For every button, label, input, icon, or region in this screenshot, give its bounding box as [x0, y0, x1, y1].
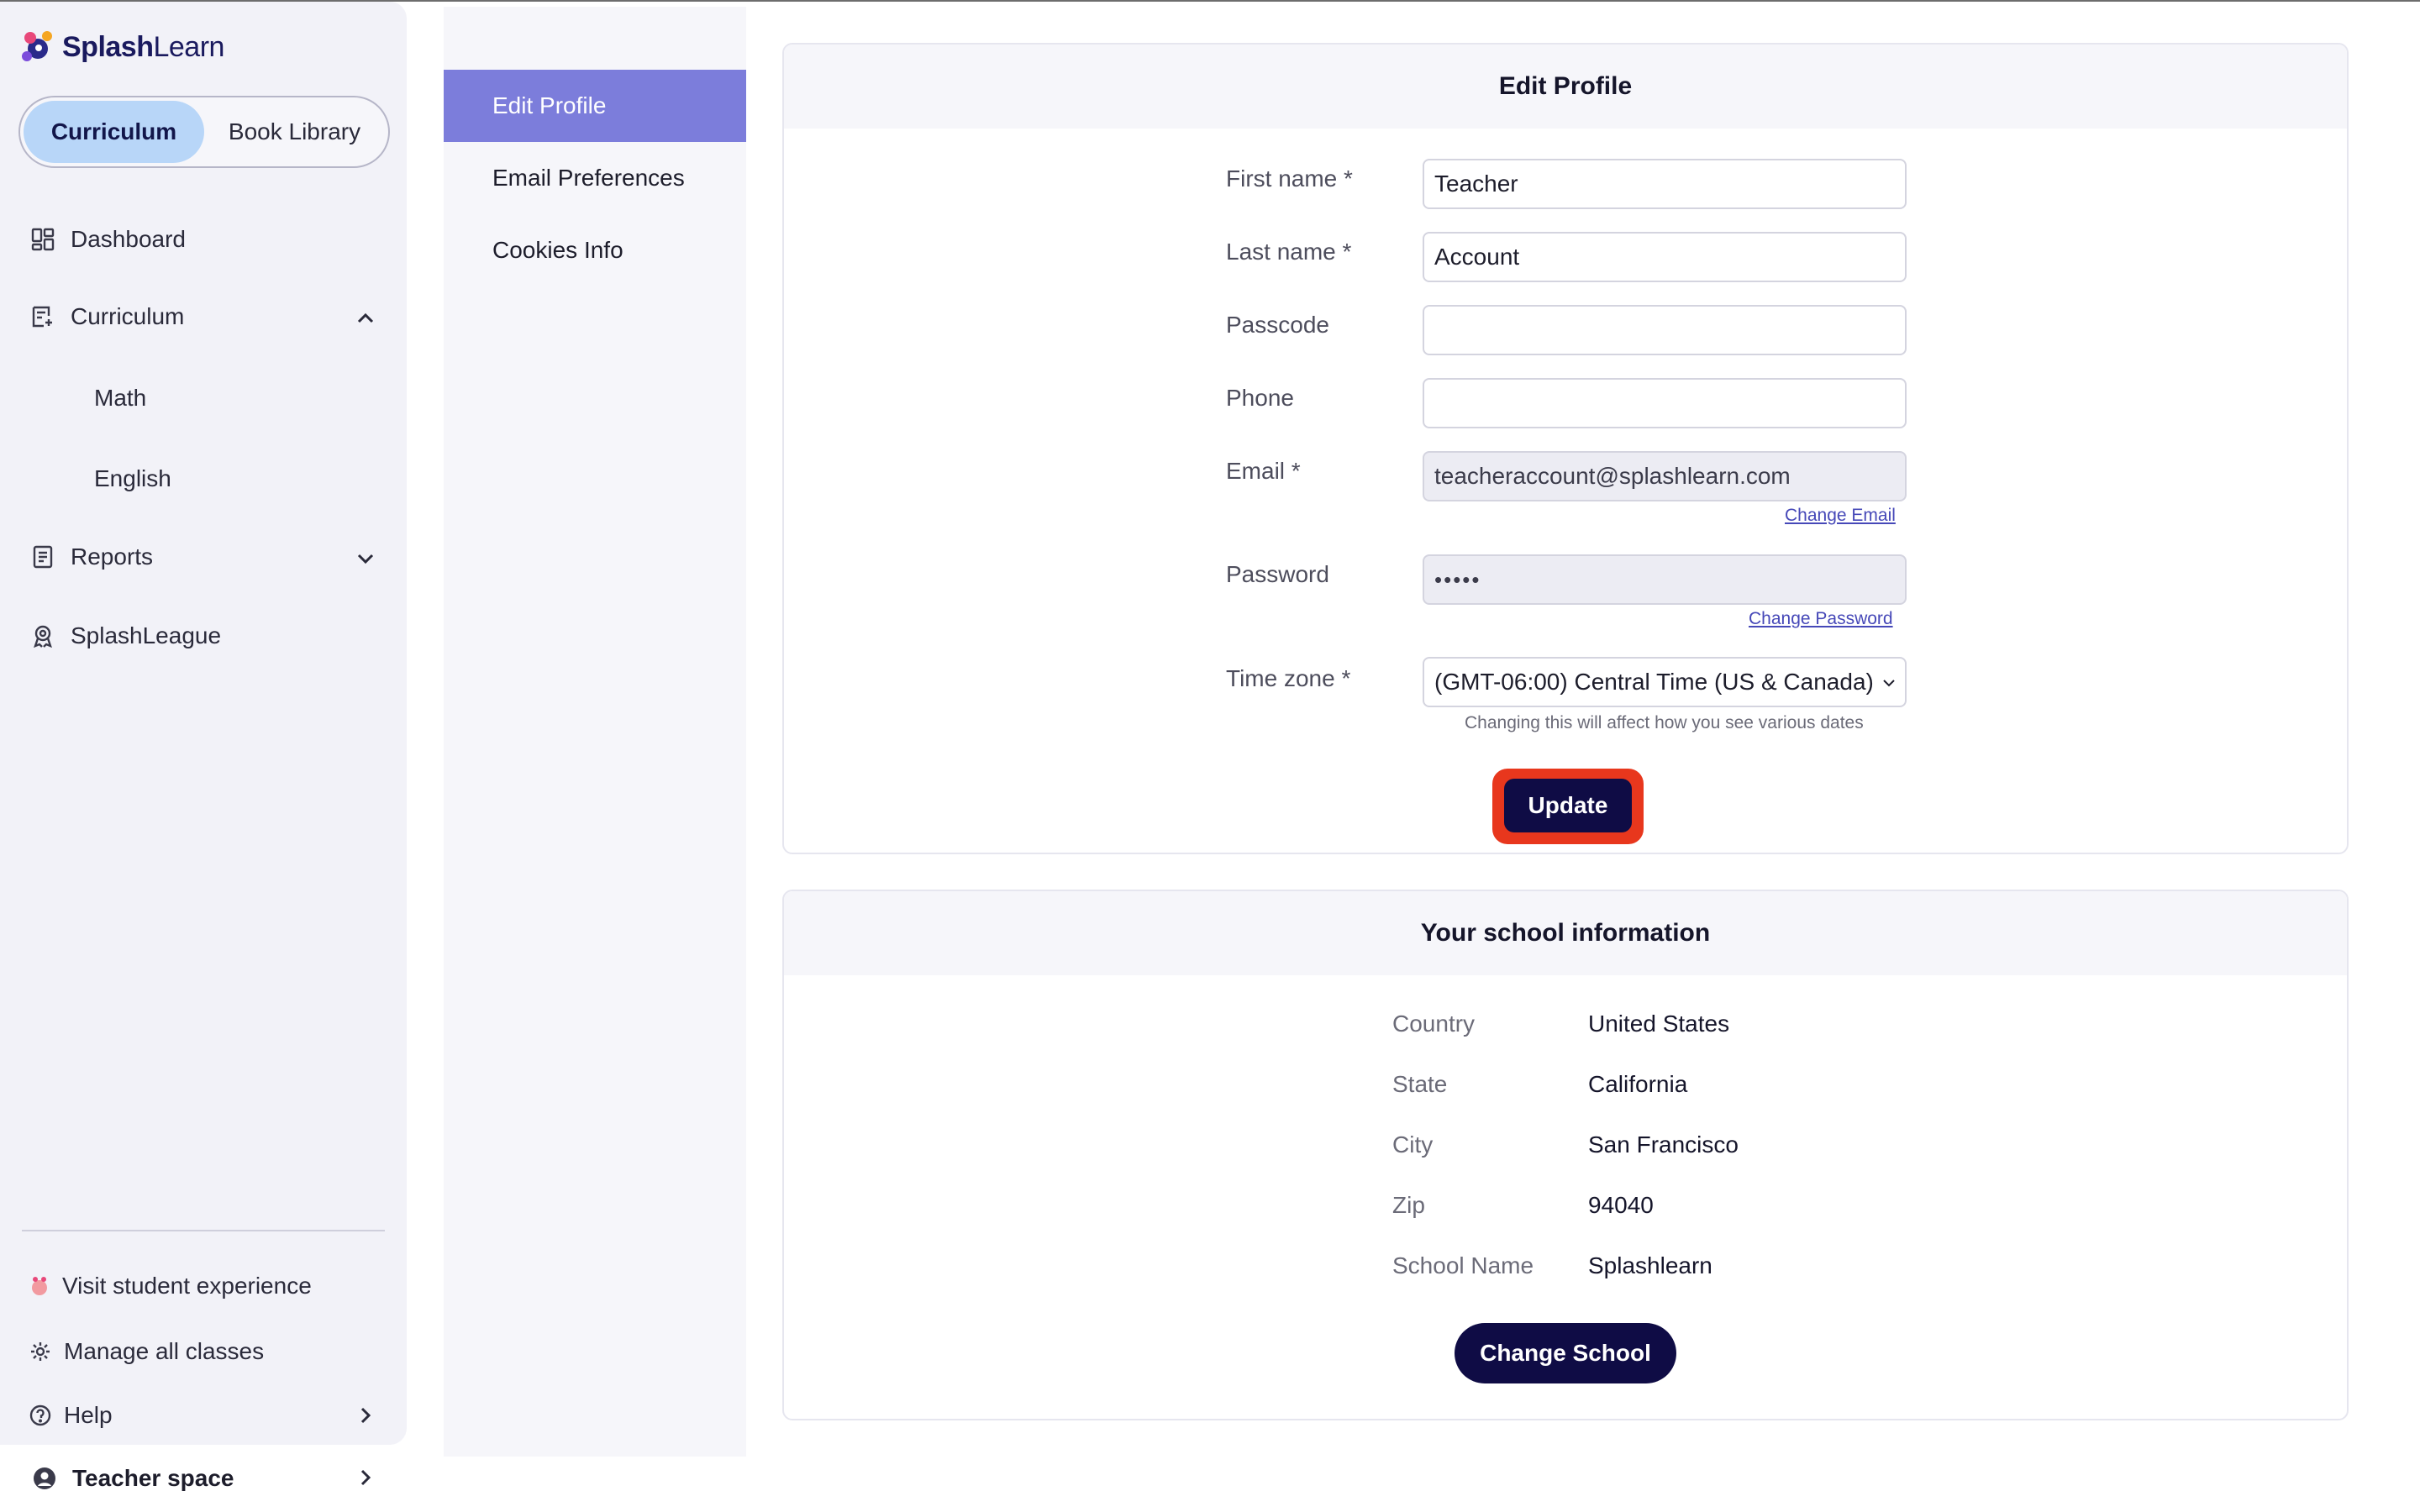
gear-icon	[29, 1337, 52, 1366]
chevron-right-icon	[351, 1463, 380, 1492]
splashlearn-logo[interactable]: SplashLearn	[18, 25, 224, 69]
timezone-select[interactable]: (GMT-06:00) Central Time (US & Canada)	[1423, 657, 1907, 707]
sidebar-item-splashleague[interactable]: SplashLeague	[29, 622, 221, 650]
segment-curriculum[interactable]: Curriculum	[24, 101, 204, 163]
first-name-label: First name *	[1226, 165, 1353, 192]
school-name-value: Splashlearn	[1588, 1252, 1712, 1278]
sidebar-item-label: Reports	[71, 543, 154, 570]
timezone-hint: Changing this will affect how you see va…	[1465, 713, 1864, 732]
sidebar: SplashLearn Curriculum Book Library Dash…	[0, 2, 407, 1445]
curriculum-icon	[29, 302, 57, 331]
update-button[interactable]: Update	[1504, 779, 1632, 832]
phone-label: Phone	[1226, 385, 1294, 411]
zip-label: Zip	[1392, 1192, 1425, 1218]
sidebar-item-label: Dashboard	[71, 226, 186, 252]
segment-book-library[interactable]: Book Library	[204, 101, 385, 163]
passcode-field[interactable]	[1423, 305, 1907, 355]
school-info-title: Your school information	[784, 891, 2347, 975]
country-value: United States	[1588, 1011, 1730, 1037]
student-icon	[29, 1272, 50, 1300]
footer-item-label: Help	[64, 1402, 113, 1428]
email-label: Email *	[1226, 458, 1301, 484]
password-field: •••••	[1423, 554, 1907, 605]
sidebar-item-label: Curriculum	[71, 303, 185, 329]
splashlearn-logo-icon	[18, 28, 57, 66]
chevron-down-icon[interactable]	[351, 544, 380, 573]
edit-profile-card: Edit Profile First name * Last name * Pa…	[782, 43, 2349, 854]
sidebar-divider	[22, 1230, 385, 1231]
help-link[interactable]: Help	[29, 1401, 113, 1430]
trophy-badge-icon	[29, 622, 57, 650]
tab-email-preferences[interactable]: Email Preferences	[444, 142, 746, 214]
email-field	[1423, 451, 1907, 501]
state-value: California	[1588, 1071, 1688, 1097]
reports-icon	[29, 543, 57, 571]
change-email-link[interactable]: Change Email	[1785, 506, 1896, 526]
user-avatar-icon	[32, 1466, 57, 1491]
footer-item-label: Manage all classes	[64, 1338, 265, 1364]
timezone-label: Time zone *	[1226, 665, 1351, 691]
last-name-field[interactable]	[1423, 232, 1907, 282]
tab-cookies-info[interactable]: Cookies Info	[444, 214, 746, 286]
teacher-space-label: Teacher space	[72, 1465, 234, 1491]
passcode-label: Passcode	[1226, 312, 1329, 338]
phone-field[interactable]	[1423, 378, 1907, 428]
password-label: Password	[1226, 561, 1329, 587]
sidebar-item-curriculum[interactable]: Curriculum	[29, 302, 184, 331]
settings-menu: Edit Profile Email Preferences Cookies I…	[444, 7, 746, 1457]
footer-item-label: Visit student experience	[62, 1273, 312, 1299]
sidebar-item-dashboard[interactable]: Dashboard	[29, 225, 186, 254]
dashboard-icon	[29, 225, 57, 254]
chevron-right-icon[interactable]	[351, 1401, 380, 1430]
school-info-card: Your school information Country United S…	[782, 890, 2349, 1420]
library-segment-control: Curriculum Book Library	[18, 96, 390, 168]
chevron-down-icon	[1880, 671, 1898, 690]
last-name-label: Last name *	[1226, 239, 1352, 265]
chevron-up-icon[interactable]	[351, 304, 380, 333]
timezone-selected-value: (GMT-06:00) Central Time (US & Canada)	[1434, 669, 1874, 695]
zip-value: 94040	[1588, 1192, 1654, 1218]
sidebar-item-label: SplashLeague	[71, 622, 222, 648]
city-label: City	[1392, 1131, 1434, 1158]
change-password-link[interactable]: Change Password	[1749, 609, 1893, 629]
sidebar-item-reports[interactable]: Reports	[29, 543, 153, 571]
change-school-button[interactable]: Change School	[1455, 1323, 1676, 1383]
tab-edit-profile[interactable]: Edit Profile	[444, 70, 746, 142]
state-label: State	[1392, 1071, 1448, 1097]
first-name-field[interactable]	[1423, 159, 1907, 209]
app-name: SplashLearn	[62, 30, 224, 63]
school-name-label: School Name	[1392, 1252, 1534, 1278]
sidebar-item-math[interactable]: Math	[94, 385, 146, 412]
teacher-space-menu[interactable]: Teacher space	[18, 1445, 408, 1512]
country-label: Country	[1392, 1011, 1476, 1037]
city-value: San Francisco	[1588, 1131, 1739, 1158]
edit-profile-title: Edit Profile	[784, 45, 2347, 129]
manage-all-classes-link[interactable]: Manage all classes	[29, 1337, 264, 1366]
help-icon	[29, 1401, 52, 1430]
sidebar-item-english[interactable]: English	[94, 465, 171, 492]
visit-student-experience-link[interactable]: Visit student experience	[29, 1272, 312, 1300]
